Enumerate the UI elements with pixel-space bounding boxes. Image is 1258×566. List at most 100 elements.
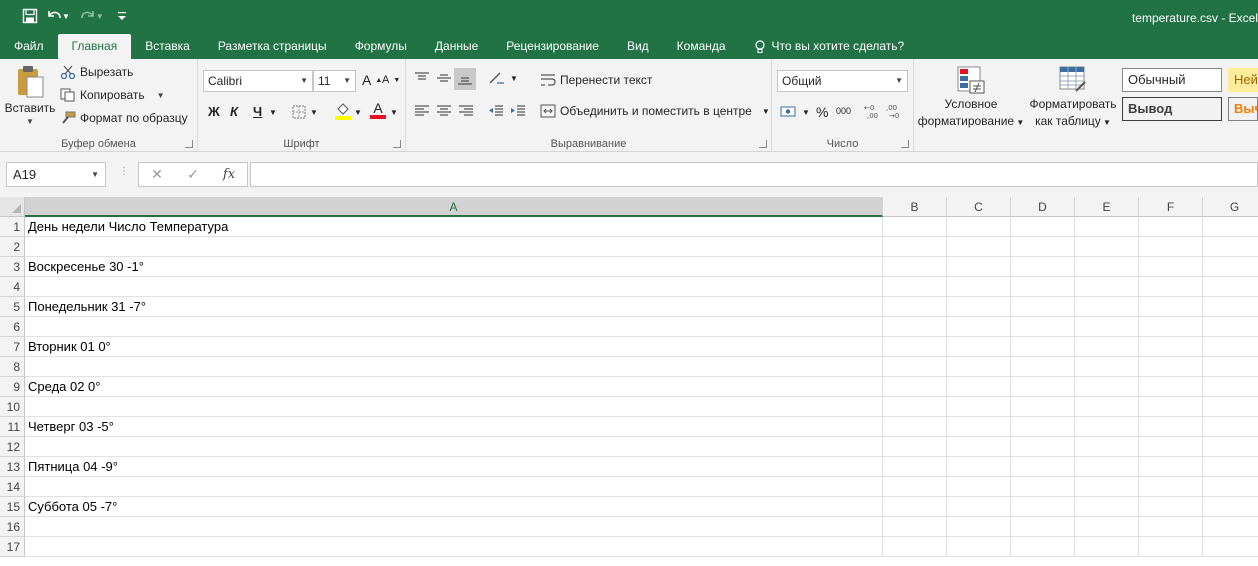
style-normal[interactable]: Обычный xyxy=(1122,68,1222,92)
cell[interactable] xyxy=(883,477,947,497)
copy-button[interactable]: Копировать ▼ xyxy=(60,88,165,102)
cell[interactable] xyxy=(1011,517,1075,537)
cell[interactable] xyxy=(1139,537,1203,557)
borders-icon[interactable]: ▼ xyxy=(292,105,318,119)
column-header-f[interactable]: F xyxy=(1139,197,1203,217)
tab-view[interactable]: Вид xyxy=(613,34,663,59)
undo-dropdown-icon[interactable]: ▼ xyxy=(62,12,70,21)
cell[interactable] xyxy=(1139,357,1203,377)
cell[interactable] xyxy=(1203,517,1258,537)
tab-home[interactable]: Главная xyxy=(57,34,132,59)
cell[interactable] xyxy=(1075,237,1139,257)
cell[interactable] xyxy=(1011,297,1075,317)
cell-a[interactable] xyxy=(25,437,883,457)
cell[interactable] xyxy=(947,437,1011,457)
percent-button[interactable]: % xyxy=(816,104,828,120)
cell[interactable] xyxy=(1075,477,1139,497)
cell[interactable] xyxy=(1011,257,1075,277)
cell[interactable] xyxy=(1203,437,1258,457)
cell[interactable] xyxy=(947,217,1011,237)
cell[interactable] xyxy=(1011,337,1075,357)
cell[interactable] xyxy=(883,457,947,477)
cell[interactable] xyxy=(1011,397,1075,417)
cell[interactable] xyxy=(1075,217,1139,237)
tab-team[interactable]: Команда xyxy=(663,34,740,59)
cell[interactable] xyxy=(1011,497,1075,517)
cell[interactable] xyxy=(947,537,1011,557)
cell[interactable] xyxy=(1203,237,1258,257)
currency-icon[interactable]: ▼ xyxy=(780,105,810,119)
formula-input[interactable] xyxy=(250,162,1258,187)
font-name-combo[interactable]: Calibri ▼ xyxy=(203,70,313,92)
font-launcher-icon[interactable] xyxy=(393,140,401,148)
bold-button[interactable]: Ж xyxy=(208,104,220,119)
cell[interactable] xyxy=(1203,337,1258,357)
cell[interactable] xyxy=(1203,397,1258,417)
cell[interactable] xyxy=(1203,537,1258,557)
cell[interactable] xyxy=(883,357,947,377)
name-box[interactable]: A19 ▼ xyxy=(6,162,106,187)
cell[interactable] xyxy=(883,217,947,237)
confirm-icon[interactable]: ✓ xyxy=(175,166,211,183)
fill-color-icon[interactable] xyxy=(335,103,351,120)
cell-a[interactable] xyxy=(25,477,883,497)
align-center-icon[interactable] xyxy=(436,104,452,118)
cell[interactable] xyxy=(1075,497,1139,517)
cell[interactable] xyxy=(1075,437,1139,457)
cell-a[interactable] xyxy=(25,537,883,557)
cell[interactable] xyxy=(1011,277,1075,297)
cell[interactable] xyxy=(947,417,1011,437)
cell[interactable] xyxy=(883,537,947,557)
row-header[interactable]: 16 xyxy=(0,517,25,537)
conditional-formatting-button[interactable]: Условное форматирование ▼ xyxy=(916,65,1026,130)
row-header[interactable]: 3 xyxy=(0,257,25,277)
cell[interactable] xyxy=(1075,457,1139,477)
decrease-indent-icon[interactable] xyxy=(488,104,504,118)
cell-a[interactable] xyxy=(25,357,883,377)
cell[interactable] xyxy=(947,277,1011,297)
row-header[interactable]: 7 xyxy=(0,337,25,357)
italic-button[interactable]: К xyxy=(230,104,238,119)
cell[interactable] xyxy=(947,357,1011,377)
row-header[interactable]: 13 xyxy=(0,457,25,477)
cell[interactable] xyxy=(883,257,947,277)
cell-a[interactable] xyxy=(25,517,883,537)
cell[interactable] xyxy=(1139,417,1203,437)
tab-formulas[interactable]: Формулы xyxy=(341,34,421,59)
tab-page-layout[interactable]: Разметка страницы xyxy=(204,34,341,59)
align-right-icon[interactable] xyxy=(458,104,474,118)
cancel-icon[interactable]: ✕ xyxy=(139,166,175,183)
orientation-icon[interactable]: ▼ xyxy=(488,71,518,85)
cell[interactable] xyxy=(1139,317,1203,337)
cell-a[interactable] xyxy=(25,237,883,257)
cell[interactable] xyxy=(1011,437,1075,457)
number-format-combo[interactable]: Общий ▼ xyxy=(777,70,908,92)
cell[interactable] xyxy=(947,497,1011,517)
tab-file[interactable]: Файл xyxy=(0,34,58,59)
cell[interactable] xyxy=(1011,317,1075,337)
cell[interactable] xyxy=(1011,537,1075,557)
alignment-launcher-icon[interactable] xyxy=(759,140,767,148)
cell-a[interactable]: Пятница 04 -9° xyxy=(25,457,883,477)
increase-decimal-icon[interactable]: ←0,00 xyxy=(864,103,882,119)
cell-a[interactable]: Вторник 01 0° xyxy=(25,337,883,357)
row-header[interactable]: 15 xyxy=(0,497,25,517)
font-color-icon[interactable]: A xyxy=(370,101,386,119)
cell[interactable] xyxy=(947,297,1011,317)
cell[interactable] xyxy=(947,257,1011,277)
redo-dropdown-icon[interactable]: ▼ xyxy=(96,12,104,21)
increase-indent-icon[interactable] xyxy=(510,104,526,118)
cell[interactable] xyxy=(883,517,947,537)
cell[interactable] xyxy=(1203,357,1258,377)
cell-a[interactable] xyxy=(25,397,883,417)
cell-a[interactable]: Среда 02 0° xyxy=(25,377,883,397)
tell-me-box[interactable]: Что вы хотите сделать? xyxy=(740,34,919,59)
cell-a[interactable]: Четверг 03 -5° xyxy=(25,417,883,437)
cell[interactable] xyxy=(1203,377,1258,397)
cell[interactable] xyxy=(947,517,1011,537)
cell[interactable] xyxy=(883,437,947,457)
formula-bar-grip-icon[interactable]: ⋮ xyxy=(119,166,129,177)
cell[interactable] xyxy=(1139,337,1203,357)
cell[interactable] xyxy=(883,397,947,417)
cell[interactable] xyxy=(1139,237,1203,257)
